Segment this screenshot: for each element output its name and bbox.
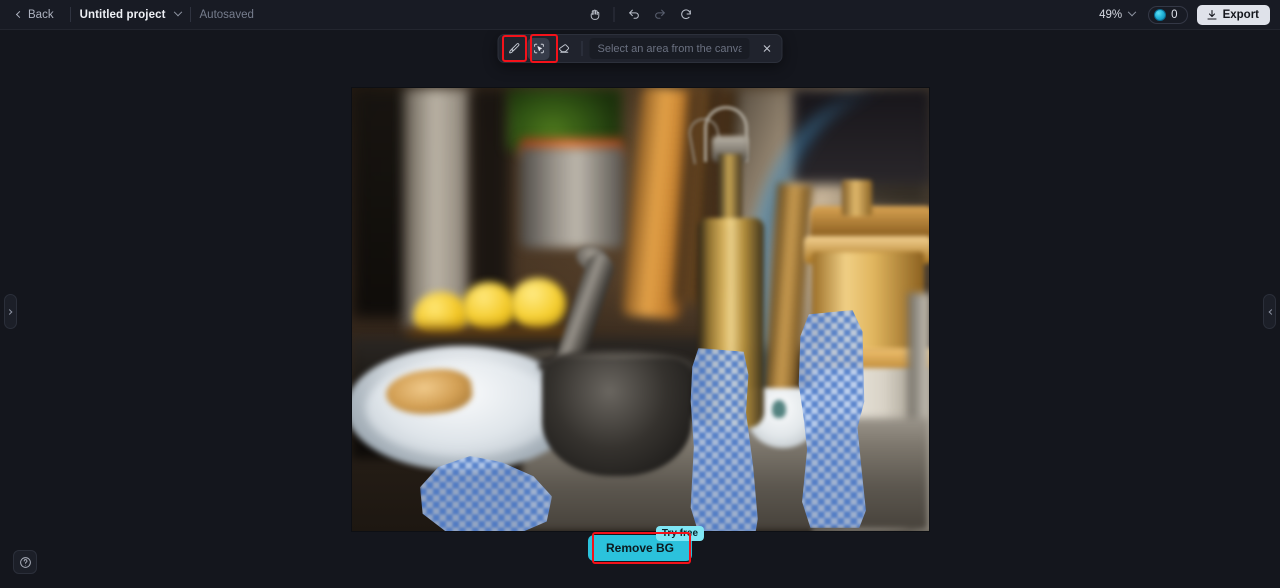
back-button[interactable]: Back [10,6,61,24]
magic-select-icon [533,43,544,54]
magic-select-tool-button[interactable] [527,37,550,60]
undo-button[interactable] [622,3,646,27]
pan-hand-icon [590,9,599,20]
download-icon [1207,9,1217,20]
eraser-tool-button[interactable] [553,38,575,60]
photo-bottle-neck [718,154,742,228]
export-button-label: Export [1222,8,1259,21]
selection-tool-panel [497,34,783,63]
back-button-label: Back [28,8,54,21]
chevron-down-icon[interactable] [173,7,182,16]
redo-button[interactable] [648,3,672,27]
export-button[interactable]: Export [1196,4,1270,25]
zoom-level-label: 49% [1099,8,1123,21]
left-panel-toggle[interactable] [4,294,17,329]
credits-badge[interactable]: 0 [1148,5,1188,24]
divider [613,7,615,22]
photo-lemon-3 [510,278,566,330]
reset-icon [680,9,691,20]
zoom-control[interactable]: 49% [1095,6,1139,24]
credit-coin-icon [1154,8,1167,21]
top-bar: Back Untitled project Autosaved 49% 0 Ex… [0,0,1280,30]
chevron-down-icon [1127,7,1137,16]
chevron-right-icon [6,308,12,315]
photo-dark-gap [470,88,510,313]
close-tool-panel-button[interactable] [756,38,778,60]
undo-icon [628,9,639,19]
remove-bg-label: Remove BG [605,541,675,555]
photo-mortar [542,358,692,476]
help-button[interactable] [13,550,37,574]
project-name[interactable]: Untitled project [80,9,166,21]
divider [69,7,71,22]
select-area-input[interactable] [589,38,750,59]
chevron-left-icon [15,10,24,19]
pan-tool-button[interactable] [583,3,607,27]
autosaved-status: Autosaved [199,8,254,21]
canvas-image[interactable] [352,88,929,531]
brush-tool-button[interactable] [503,38,525,60]
top-bar-center-tools [583,3,698,27]
divider [581,41,583,56]
credits-count: 0 [1171,8,1178,21]
close-icon [763,45,770,52]
brush-icon [508,43,519,54]
right-panel-toggle[interactable] [1263,294,1276,329]
editor-stage: Remove BG Try free [0,30,1280,588]
photo-steel-pot [520,148,624,248]
try-free-badge: Try free [655,526,705,541]
redo-icon [654,9,665,19]
top-bar-right-group: 49% 0 Export [1095,4,1270,25]
top-bar-left-group: Back Untitled project Autosaved [0,6,254,24]
eraser-icon [558,44,569,53]
reset-button[interactable] [674,3,698,27]
photo-dark-left [352,88,410,318]
photo-lemon-2 [462,282,516,332]
divider [189,7,191,22]
chevron-left-icon [1268,308,1274,315]
help-circle-icon [19,556,31,568]
photo-jar-knob [842,180,872,216]
photo-bowl-pattern [772,400,786,418]
remove-bg-cta-group: Remove BG Try free [587,526,705,561]
